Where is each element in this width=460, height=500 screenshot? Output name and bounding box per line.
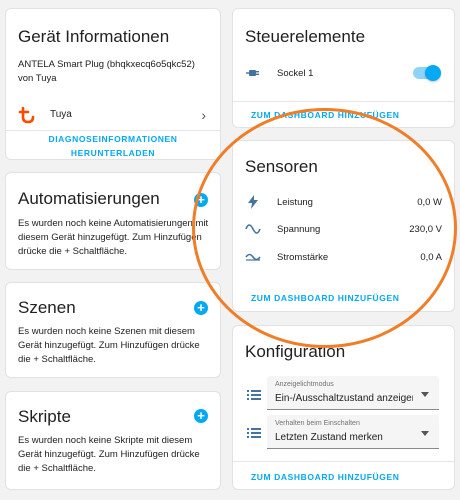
sensor-row-voltage[interactable]: Spannung 230,0 V xyxy=(245,221,442,237)
sensor-row-power[interactable]: Leistung 0,0 W xyxy=(245,194,442,210)
flash-icon xyxy=(245,194,261,210)
sine-wave-icon xyxy=(245,221,261,237)
add-automation-button[interactable]: + xyxy=(194,193,208,207)
chevron-right-icon: › xyxy=(201,107,206,123)
sensor-value: 230,0 V xyxy=(409,223,442,235)
integration-row[interactable]: Tuya › xyxy=(6,103,220,127)
scripts-description: Es wurden noch keine Skripte mit diesem … xyxy=(18,435,200,474)
automations-title: Automatisierungen xyxy=(18,189,160,208)
sensor-label: Spannung xyxy=(277,223,321,235)
scripts-title: Skripte xyxy=(18,407,71,426)
select-label: Verhalten beim Einschalten xyxy=(275,420,360,427)
current-ac-icon xyxy=(245,249,261,265)
list-icon xyxy=(247,426,261,438)
sensors-title: Sensoren xyxy=(245,157,318,176)
sensor-row-current[interactable]: Stromstärke 0,0 A xyxy=(245,249,442,265)
automations-description: Es wurden noch keine Automatisierungen m… xyxy=(18,218,209,257)
automations-card: Automatisierungen + Es wurden noch keine… xyxy=(5,172,221,270)
device-info-card: Gerät Informationen ANTELA Smart Plug (b… xyxy=(5,8,221,160)
scenes-title: Szenen xyxy=(18,298,76,317)
divider xyxy=(233,461,454,462)
sensor-value: 0,0 A xyxy=(420,251,442,263)
tuya-logo-icon xyxy=(18,105,38,125)
scenes-card: Szenen + Es wurden noch keine Szenen mit… xyxy=(5,282,221,378)
power-plug-icon xyxy=(245,65,261,81)
socket-toggle[interactable] xyxy=(413,65,441,81)
select-value: Ein-/Ausschaltzustand anzeigen xyxy=(275,393,413,404)
controls-title: Steuerelemente xyxy=(245,27,366,46)
diagnostics-line2: HERUNTERLADEN xyxy=(70,148,156,158)
controls-add-dashboard-button[interactable]: ZUM DASHBOARD HINZUFÜGEN xyxy=(251,110,400,120)
device-model: ANTELA Smart Plug (bhqkxecq6o5qkc52) xyxy=(18,59,195,70)
dropdown-arrow-icon xyxy=(421,392,429,397)
scripts-card: Skripte + Es wurden noch keine Skripte m… xyxy=(5,391,221,490)
integration-name: Tuya xyxy=(50,109,72,120)
list-icon xyxy=(247,388,261,400)
configuration-card: Konfiguration Anzeigelichtmodus Ein-/Aus… xyxy=(232,325,455,490)
power-on-behavior-select[interactable]: Verhalten beim Einschalten Letzten Zusta… xyxy=(267,415,439,449)
sensors-add-dashboard-button[interactable]: ZUM DASHBOARD HINZUFÜGEN xyxy=(251,293,400,303)
diagnostics-line1: DIAGNOSEINFORMATIONEN xyxy=(48,134,178,144)
divider xyxy=(233,101,454,102)
sensor-value: 0,0 W xyxy=(417,196,442,208)
sensor-label: Leistung xyxy=(277,196,313,208)
configuration-add-dashboard-button[interactable]: ZUM DASHBOARD HINZUFÜGEN xyxy=(251,472,400,482)
add-script-button[interactable]: + xyxy=(194,409,208,423)
sensors-card: Sensoren Leistung 0,0 W Spannung 230,0 V… xyxy=(232,140,455,312)
device-info-title: Gerät Informationen xyxy=(18,27,170,46)
scenes-description: Es wurden noch keine Szenen mit diesem G… xyxy=(18,326,200,365)
device-manufacturer: von Tuya xyxy=(18,73,57,84)
sensor-label: Stromstärke xyxy=(277,251,329,263)
divider xyxy=(6,130,220,131)
configuration-title: Konfiguration xyxy=(245,342,346,361)
dropdown-arrow-icon xyxy=(421,431,429,436)
controls-card: Steuerelemente Sockel 1 ZUM DASHBOARD HI… xyxy=(232,8,455,128)
download-diagnostics-button[interactable]: DIAGNOSEINFORMATIONEN HERUNTERLADEN xyxy=(6,134,220,158)
select-value: Letzten Zustand merken xyxy=(275,432,383,443)
indicator-mode-select[interactable]: Anzeigelichtmodus Ein-/Ausschaltzustand … xyxy=(267,376,439,410)
add-scene-button[interactable]: + xyxy=(194,301,208,315)
select-label: Anzeigelichtmodus xyxy=(275,381,334,388)
